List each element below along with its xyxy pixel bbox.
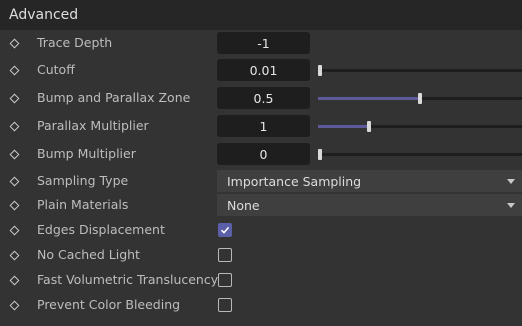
fast-volumetric-translucency-checkbox[interactable] bbox=[218, 273, 232, 287]
bump-parallax-zone-slider[interactable] bbox=[318, 93, 522, 104]
checkmark-icon bbox=[220, 226, 230, 234]
advanced-panel: Advanced Trace Depth -1 Cutoff 0.01 Bump… bbox=[0, 0, 522, 326]
diamond-icon[interactable] bbox=[9, 149, 20, 160]
row-label: Prevent Color Bleeding bbox=[37, 297, 181, 312]
row-trace-depth: Trace Depth -1 bbox=[0, 31, 522, 56]
trace-depth-field[interactable]: -1 bbox=[217, 32, 310, 54]
triangle-down-icon bbox=[507, 179, 515, 184]
row-label: Cutoff bbox=[37, 62, 75, 77]
slider-handle[interactable] bbox=[318, 65, 322, 76]
diamond-icon[interactable] bbox=[9, 200, 20, 211]
slider-fill bbox=[318, 97, 420, 100]
row-label: Bump Multiplier bbox=[37, 146, 136, 161]
diamond-icon[interactable] bbox=[9, 121, 20, 132]
dropdown-value: Importance Sampling bbox=[227, 173, 362, 189]
sampling-type-dropdown[interactable]: Importance Sampling bbox=[217, 170, 522, 192]
dropdown-value: None bbox=[227, 197, 260, 213]
row-label: Bump and Parallax Zone bbox=[37, 90, 191, 105]
row-parallax-multiplier: Parallax Multiplier 1 bbox=[0, 114, 522, 139]
row-fast-volumetric-translucency: Fast Volumetric Translucency bbox=[0, 268, 522, 293]
slider-handle[interactable] bbox=[318, 149, 322, 160]
row-label: Parallax Multiplier bbox=[37, 118, 149, 133]
row-label: Edges Displacement bbox=[37, 222, 165, 237]
diamond-icon[interactable] bbox=[9, 275, 20, 286]
slider-fill bbox=[318, 125, 369, 128]
plain-materials-dropdown[interactable]: None bbox=[217, 194, 522, 216]
diamond-icon[interactable] bbox=[9, 225, 20, 236]
bump-multiplier-slider[interactable] bbox=[318, 149, 522, 160]
parallax-multiplier-field[interactable]: 1 bbox=[217, 115, 310, 137]
row-plain-materials: Plain Materials None bbox=[0, 193, 522, 218]
no-cached-light-checkbox[interactable] bbox=[218, 248, 232, 262]
cutoff-slider[interactable] bbox=[318, 65, 522, 76]
bump-parallax-zone-field[interactable]: 0.5 bbox=[217, 87, 310, 109]
diamond-icon[interactable] bbox=[9, 93, 20, 104]
row-label: Sampling Type bbox=[37, 173, 129, 188]
slider-handle[interactable] bbox=[418, 93, 422, 104]
section-header[interactable]: Advanced bbox=[0, 0, 522, 30]
row-cutoff: Cutoff 0.01 bbox=[0, 58, 522, 83]
row-edges-displacement: Edges Displacement bbox=[0, 218, 522, 243]
diamond-icon[interactable] bbox=[9, 250, 20, 261]
edges-displacement-checkbox[interactable] bbox=[218, 223, 232, 237]
bump-multiplier-field[interactable]: 0 bbox=[217, 143, 310, 165]
slider-handle[interactable] bbox=[367, 121, 371, 132]
diamond-icon[interactable] bbox=[9, 65, 20, 76]
row-bump-multiplier: Bump Multiplier 0 bbox=[0, 142, 522, 167]
prevent-color-bleeding-checkbox[interactable] bbox=[218, 298, 232, 312]
row-sampling-type: Sampling Type Importance Sampling bbox=[0, 169, 522, 194]
triangle-down-icon bbox=[507, 203, 515, 208]
row-label: Trace Depth bbox=[37, 35, 113, 50]
parallax-multiplier-slider[interactable] bbox=[318, 121, 522, 132]
row-label: Fast Volumetric Translucency bbox=[37, 272, 219, 287]
diamond-icon[interactable] bbox=[9, 300, 20, 311]
cutoff-field[interactable]: 0.01 bbox=[217, 59, 310, 81]
row-no-cached-light: No Cached Light bbox=[0, 243, 522, 268]
row-label: Plain Materials bbox=[37, 197, 129, 212]
row-prevent-color-bleeding: Prevent Color Bleeding bbox=[0, 293, 522, 318]
row-bump-parallax-zone: Bump and Parallax Zone 0.5 bbox=[0, 86, 522, 111]
row-label: No Cached Light bbox=[37, 247, 140, 262]
diamond-icon[interactable] bbox=[9, 176, 20, 187]
diamond-icon[interactable] bbox=[9, 38, 20, 49]
section-title: Advanced bbox=[9, 7, 79, 23]
